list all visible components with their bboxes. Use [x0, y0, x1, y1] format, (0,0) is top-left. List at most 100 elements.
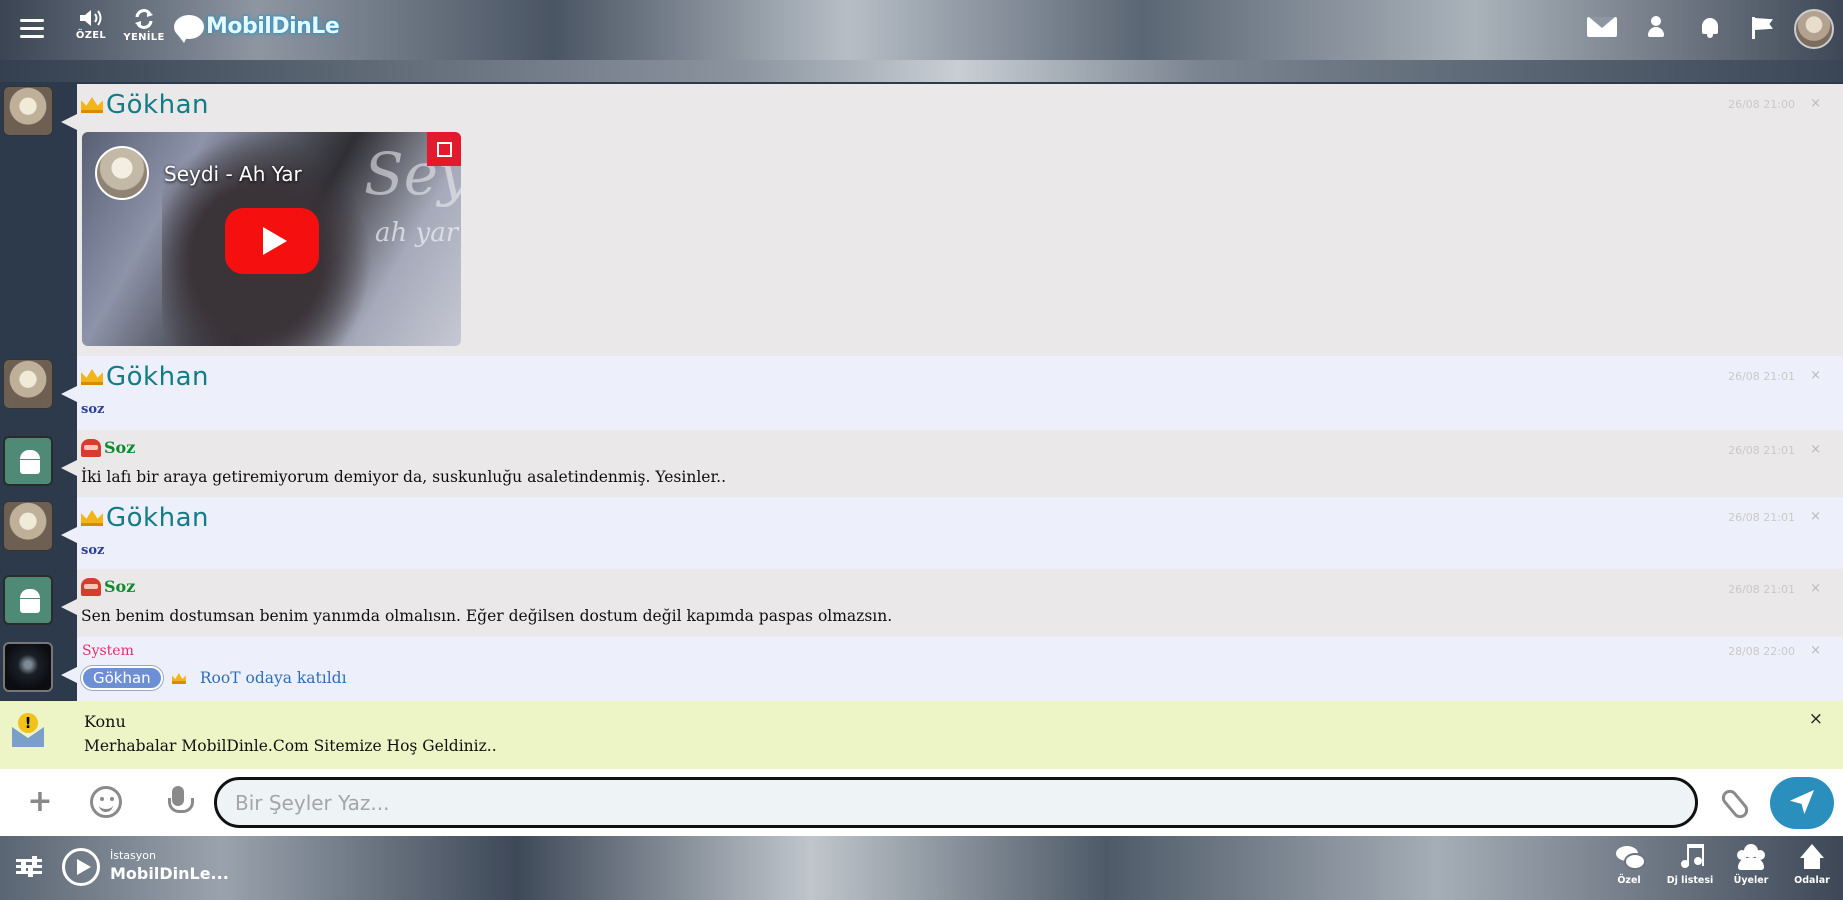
announcement-bar: ! Konu Merhabalar MobilDinle.Com Sitemiz…	[0, 701, 1843, 769]
close-icon[interactable]: ×	[1810, 368, 1821, 383]
nick-row: Soz	[81, 438, 135, 457]
avatar[interactable]	[1794, 9, 1834, 49]
close-icon[interactable]: ×	[1810, 442, 1821, 457]
send-button[interactable]	[1770, 777, 1834, 829]
join-notice: Gökhan RooT odaya katıldı	[81, 666, 347, 690]
rooms-button[interactable]: Odalar	[1786, 842, 1838, 886]
username[interactable]: System	[82, 643, 134, 659]
message-text: soz	[81, 402, 105, 417]
music-note-icon	[1675, 842, 1705, 872]
users-icon	[1736, 842, 1766, 872]
expand-icon[interactable]	[427, 132, 461, 166]
message-text: soz	[81, 543, 105, 558]
radio-station[interactable]: İstasyon MobilDinLe...	[110, 849, 229, 883]
warning-icon: !	[18, 713, 38, 733]
mail-icon[interactable]	[1587, 17, 1617, 37]
avatar[interactable]	[3, 436, 53, 486]
radio-play-icon[interactable]	[62, 848, 100, 886]
bell-icon[interactable]	[1700, 16, 1720, 40]
nick-row: Soz	[81, 577, 135, 596]
refresh-label: YENİLE	[123, 32, 165, 43]
avatar[interactable]	[3, 359, 53, 409]
plus-icon[interactable]: +	[22, 784, 58, 820]
message-bubble: Soz 26/08 21:01 × Sen benim dostumsan be…	[61, 569, 1843, 637]
message-text: İki lafı bir araya getiremiyorum demiyor…	[81, 468, 727, 486]
timestamp: 26/08 21:01	[1728, 370, 1795, 383]
radio-station-name: MobilDinLe...	[110, 864, 229, 883]
android-icon	[18, 589, 42, 613]
announcement-body: Merhabalar MobilDinle.Com Sitemize Hoş G…	[84, 737, 497, 755]
video-title[interactable]: Seydi - Ah Yar	[164, 162, 302, 186]
radio-station-caption: İstasyon	[110, 849, 156, 862]
close-icon[interactable]: ×	[1810, 509, 1821, 524]
private-label: ÖZEL	[75, 30, 107, 41]
emoji-icon[interactable]	[90, 786, 122, 818]
private-button[interactable]: ÖZEL	[68, 8, 114, 41]
composer: +	[0, 769, 1843, 836]
private-chat-button[interactable]: Özel	[1603, 842, 1655, 886]
crown-icon	[81, 97, 103, 113]
rooms-label: Odalar	[1794, 875, 1830, 886]
avatar[interactable]	[3, 575, 53, 625]
crown-icon	[81, 369, 103, 385]
chat-bubbles-icon	[1614, 842, 1646, 872]
crown-icon	[81, 510, 103, 526]
top-bar: ÖZEL YENİLE MobilDinLe	[0, 0, 1843, 60]
crown-icon	[171, 673, 186, 684]
close-icon[interactable]: ×	[1810, 581, 1821, 596]
username[interactable]: Soz	[104, 438, 135, 457]
nick-row: Gökhan	[81, 503, 209, 533]
message-bubble: Gökhan 26/08 21:01 × soz	[61, 356, 1843, 430]
bot-icon	[81, 438, 101, 457]
refresh-button[interactable]: YENİLE	[122, 8, 166, 43]
dj-list-label: Dj listesi	[1666, 875, 1714, 886]
dj-list-button[interactable]: Dj listesi	[1664, 842, 1716, 886]
message-bubble: Soz 26/08 21:01 × İki lafı bir araya get…	[61, 430, 1843, 497]
play-icon[interactable]	[225, 208, 319, 274]
chat-message: Gökhan 26/08 21:01 × soz	[0, 356, 1843, 430]
message-input[interactable]	[214, 777, 1698, 828]
video-embed[interactable]: Seydi - Ah Yar Seydi ah yar	[82, 132, 461, 346]
menu-icon[interactable]	[20, 14, 50, 44]
nick-row: Gökhan	[81, 90, 209, 120]
close-icon[interactable]: ×	[1810, 96, 1821, 111]
username[interactable]: Gökhan	[106, 90, 209, 120]
bottom-bar: İstasyon MobilDinLe... Özel Dj listesi Ü…	[0, 836, 1843, 900]
timestamp: 26/08 21:01	[1728, 583, 1795, 596]
microphone-icon[interactable]	[160, 784, 196, 820]
message-bubble: Gökhan 26/08 21:01 × soz	[61, 497, 1843, 569]
members-label: Üyeler	[1733, 875, 1769, 886]
chat-area[interactable]: Gökhan 26/08 21:00 × Seydi - Ah Yar Seyd…	[0, 82, 1843, 701]
avatar[interactable]	[3, 86, 53, 136]
join-text: RooT odaya katıldı	[199, 669, 347, 687]
chat-message: System 28/08 22:00 × Gökhan RooT odaya k…	[0, 637, 1843, 701]
timestamp: 26/08 21:00	[1728, 98, 1795, 111]
user-icon[interactable]	[1648, 16, 1664, 40]
chat-message: Gökhan 26/08 21:00 × Seydi - Ah Yar Seyd…	[0, 82, 1843, 356]
message-bubble: System 28/08 22:00 × Gökhan RooT odaya k…	[61, 637, 1843, 701]
announcement-title: Konu	[84, 712, 126, 731]
close-icon[interactable]: ×	[1810, 643, 1821, 658]
close-icon[interactable]: ×	[1809, 709, 1823, 729]
members-button[interactable]: Üyeler	[1725, 842, 1777, 886]
avatar[interactable]	[3, 642, 53, 692]
username[interactable]: Soz	[104, 577, 135, 596]
chat-message: Soz 26/08 21:01 × İki lafı bir araya get…	[0, 430, 1843, 497]
bot-icon	[81, 577, 101, 596]
paperclip-icon[interactable]	[1718, 786, 1750, 818]
chat-message: Soz 26/08 21:01 × Sen benim dostumsan be…	[0, 569, 1843, 637]
flag-icon[interactable]	[1752, 17, 1774, 39]
user-pill[interactable]: Gökhan	[81, 666, 163, 690]
timestamp: 28/08 22:00	[1728, 645, 1795, 658]
logo-text: MobilDinLe	[206, 14, 340, 39]
logo[interactable]: MobilDinLe	[174, 14, 340, 43]
header-strip	[0, 60, 1843, 82]
avatar[interactable]	[3, 501, 53, 551]
timestamp: 26/08 21:01	[1728, 444, 1795, 457]
channel-avatar[interactable]	[95, 146, 149, 200]
message-text: Sen benim dostumsan benim yanımda olmalı…	[81, 607, 893, 625]
username[interactable]: Gökhan	[106, 503, 209, 533]
username[interactable]: Gökhan	[106, 362, 209, 392]
sliders-icon[interactable]	[16, 856, 42, 878]
timestamp: 26/08 21:01	[1728, 511, 1795, 524]
